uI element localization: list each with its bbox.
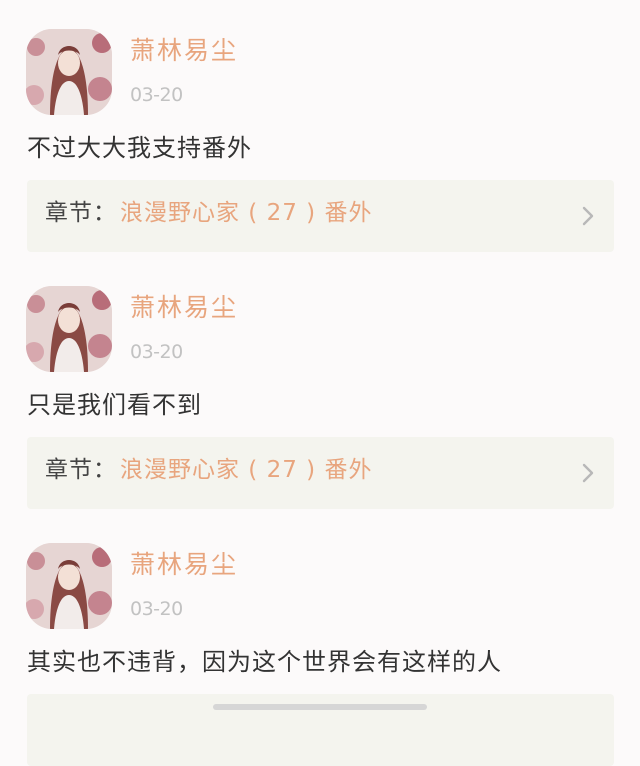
scroll-indicator[interactable] <box>213 704 427 710</box>
comment-date: 03-20 <box>130 598 183 620</box>
chapter-name: 浪漫野心家 ( 27 ) 番外 <box>120 200 373 226</box>
chapter-prefix: 章节： <box>45 200 117 226</box>
comment-username[interactable]: 萧林易尘 <box>130 552 238 577</box>
chapter-prefix: 章节： <box>45 457 117 483</box>
chapter-link[interactable]: 章节： 浪漫野心家 ( 27 ) 番外 <box>27 437 614 509</box>
chevron-right-icon <box>582 463 594 483</box>
comment-text: 不过大大我支持番外 <box>27 134 252 162</box>
comment-username[interactable]: 萧林易尘 <box>130 38 238 63</box>
comment-text: 只是我们看不到 <box>27 391 202 419</box>
chapter-name: 浪漫野心家 ( 27 ) 番外 <box>120 457 373 483</box>
chevron-right-icon <box>582 206 594 226</box>
avatar[interactable] <box>26 543 112 629</box>
comment-date: 03-20 <box>130 84 183 106</box>
comment-text: 其实也不违背，因为这个世界会有这样的人 <box>27 648 502 676</box>
comment-date: 03-20 <box>130 341 183 363</box>
avatar[interactable] <box>26 286 112 372</box>
chapter-link[interactable]: 章节： 浪漫野心家 ( 27 ) 番外 <box>27 180 614 252</box>
avatar[interactable] <box>26 29 112 115</box>
comment-username[interactable]: 萧林易尘 <box>130 295 238 320</box>
